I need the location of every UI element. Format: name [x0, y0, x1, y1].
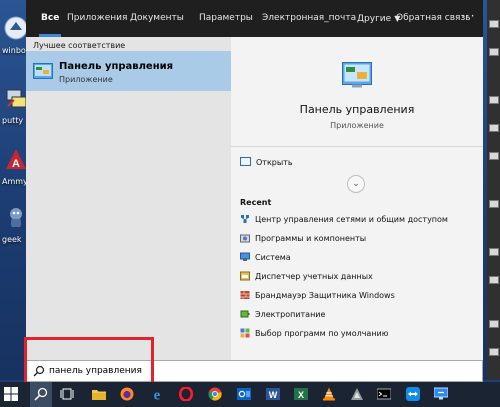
chrome-icon [208, 387, 222, 401]
windows-start-icon [4, 387, 18, 401]
recent-item[interactable]: Система [240, 252, 291, 266]
word-icon: W [266, 388, 280, 400]
tab-more[interactable]: Другие ▼ [357, 0, 400, 37]
taskbar: e W X [0, 382, 500, 407]
svg-text:X: X [298, 390, 304, 400]
recent-item[interactable]: Электропитание [240, 309, 325, 323]
recent-item-label: Центр управления сетями и общим доступом [255, 215, 448, 224]
best-match-header: Лучшее соответствие [33, 41, 126, 50]
svg-text:A: A [12, 158, 20, 170]
svg-text:W: W [269, 390, 278, 400]
task-view-icon [60, 388, 74, 400]
taskbar-excel[interactable]: X [290, 382, 312, 407]
feedback-link[interactable]: Обратная связь [396, 0, 471, 37]
start-button[interactable] [0, 382, 22, 407]
control-panel-icon [342, 62, 372, 88]
taskbar-teamviewer[interactable] [402, 382, 424, 407]
opera-icon [179, 387, 193, 401]
control-panel-icon [33, 63, 53, 79]
taskbar-opera[interactable] [175, 382, 197, 407]
tab-apps[interactable]: Приложения [67, 0, 127, 37]
expand-chevron-icon[interactable]: ⌄ [347, 175, 365, 193]
tab-all[interactable]: Все [38, 0, 62, 37]
credential-manager-icon [240, 271, 250, 281]
edge-icon: e [154, 388, 161, 402]
open-action-label: Открыть [256, 158, 293, 167]
recent-header: Recent [240, 198, 272, 207]
recent-item[interactable]: Диспетчер учетных данных [240, 271, 373, 285]
network-center-icon [241, 215, 249, 223]
firefox-icon [120, 387, 134, 401]
teamviewer-icon [406, 387, 420, 401]
outlook-icon [237, 388, 251, 400]
programs-features-icon [240, 234, 250, 243]
taskbar-file-explorer[interactable] [88, 382, 110, 407]
search-filter-tabs: Все Приложения Документы Параметры Элект… [26, 0, 483, 37]
open-icon [240, 157, 251, 166]
default-programs-icon [240, 328, 250, 338]
recent-item[interactable]: Центр управления сетями и общим доступом [240, 214, 448, 228]
taskbar-search-button[interactable] [30, 382, 52, 407]
taskbar-terminal[interactable] [373, 382, 395, 407]
recent-item-label: Диспетчер учетных данных [255, 272, 373, 281]
tab-email[interactable]: Электронная_почта [262, 0, 356, 37]
recent-item-label: Система [255, 253, 291, 262]
ammyy-admin-icon: A [6, 149, 26, 170]
taskbar-firefox[interactable] [116, 382, 138, 407]
taskbar-outlook[interactable] [233, 382, 255, 407]
remote-desktop-icon [434, 387, 448, 400]
winbox-icon [4, 16, 28, 40]
best-match-name: Панель управления [59, 61, 174, 72]
recent-item-label: Программы и компоненты [255, 234, 367, 243]
firewall-icon [240, 291, 250, 299]
system-icon [240, 252, 250, 261]
search-menu: Все Приложения Документы Параметры Элект… [26, 0, 483, 380]
detail-subtitle: Приложение [330, 121, 384, 130]
recent-item-label: Выбор программ по умолчанию [255, 329, 389, 338]
terminal-icon [377, 388, 391, 400]
taskbar-remote-desktop[interactable] [430, 382, 452, 407]
detail-title: Панель управления [299, 103, 415, 116]
tab-documents[interactable]: Документы [130, 0, 184, 37]
recent-item[interactable]: Брандмауэр Защитника Windows [240, 290, 395, 304]
background-window-strip [487, 0, 500, 380]
geek-uninstaller-icon [10, 208, 22, 227]
taskbar-chrome[interactable] [204, 382, 226, 407]
tab-settings[interactable]: Параметры [199, 0, 253, 37]
power-options-icon [240, 310, 250, 318]
recent-item-label: Электропитание [255, 310, 326, 319]
task-view-button[interactable] [56, 382, 78, 407]
open-action[interactable]: Открыть [240, 157, 293, 169]
recent-item[interactable]: Программы и компоненты [240, 233, 366, 247]
recent-item-label: Брандмауэр Защитника Windows [255, 291, 395, 300]
divider [231, 146, 483, 147]
file-explorer-icon [92, 390, 106, 400]
app-icon [351, 388, 363, 400]
best-match-type: Приложение [59, 75, 113, 84]
recent-item[interactable]: Выбор программ по умолчанию [240, 328, 389, 342]
results-list: Лучшее соответствие Панель управления Пр… [26, 37, 231, 360]
search-input[interactable] [49, 363, 349, 379]
tab-more-label: Другие [357, 14, 392, 24]
search-icon [33, 365, 45, 377]
putty-icon [6, 89, 27, 108]
best-match-item[interactable]: Панель управления Приложение [26, 51, 231, 91]
excel-icon: X [294, 388, 308, 400]
result-details: Панель управления Приложение Открыть ⌄ R… [231, 37, 483, 360]
more-options-icon[interactable]: ··· [461, 0, 475, 37]
search-box[interactable] [26, 360, 483, 382]
svg-text:e: e [154, 388, 161, 402]
taskbar-edge[interactable]: e [146, 382, 168, 407]
search-icon [34, 387, 48, 401]
taskbar-app[interactable] [346, 382, 368, 407]
vlc-icon [323, 387, 335, 401]
taskbar-word[interactable]: W [262, 382, 284, 407]
taskbar-vlc[interactable] [318, 382, 340, 407]
